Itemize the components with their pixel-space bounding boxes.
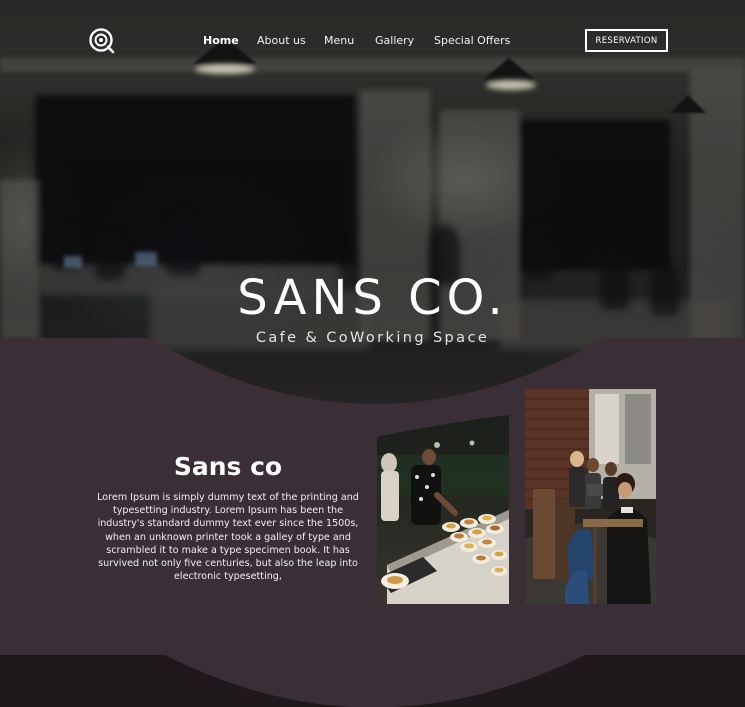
brand-title: SANS CO. <box>237 270 508 326</box>
reservation-button[interactable]: RESERVATION <box>585 29 668 52</box>
about-title: Sans co <box>173 452 283 481</box>
nav-gallery[interactable]: Gallery <box>375 34 414 47</box>
main-navigation: Home About us Menu Gallery Special Offer… <box>0 0 745 82</box>
nav-menu[interactable]: Menu <box>324 34 354 47</box>
nav-home[interactable]: Home <box>203 34 239 47</box>
coffee-cup-icon[interactable] <box>89 28 115 54</box>
nav-special-offers[interactable]: Special Offers <box>434 34 510 47</box>
gallery-photo-coworking <box>525 389 656 604</box>
nav-about-us[interactable]: About us <box>257 34 306 47</box>
footer-band <box>0 655 745 707</box>
brand-subtitle: Cafe & CoWorking Space <box>255 330 490 346</box>
gallery-photo-food-table <box>377 415 509 604</box>
about-description: Lorem Ipsum is simply dummy text of the … <box>97 492 359 583</box>
